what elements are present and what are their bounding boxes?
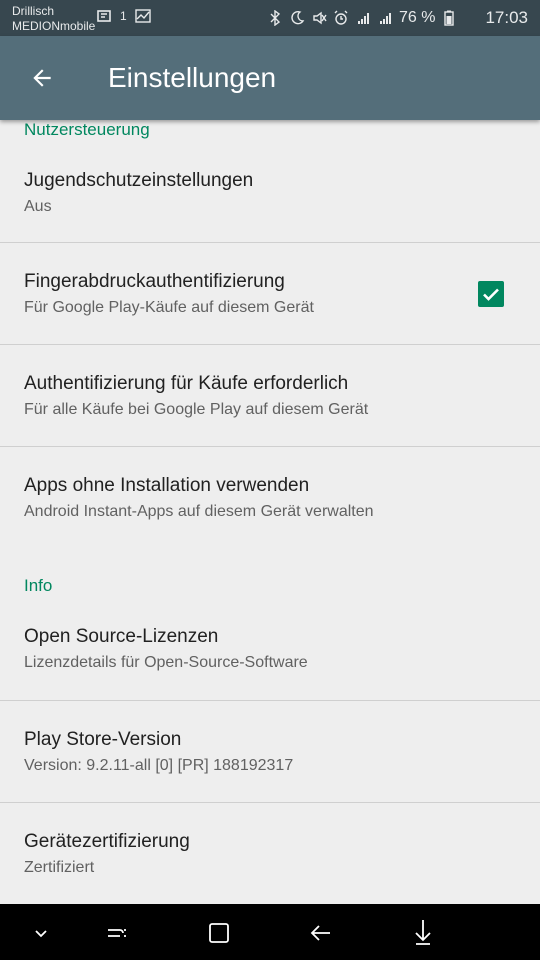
setting-title: Authentifizierung für Käufe erforderlich xyxy=(24,373,349,394)
battery-icon xyxy=(444,10,455,26)
recents-button[interactable] xyxy=(102,918,132,948)
recents-icon xyxy=(108,929,126,937)
home-icon xyxy=(209,923,229,943)
pin-icon xyxy=(415,920,431,945)
settings-list: Nutzersteuerung Jugendschutzeinstellunge… xyxy=(0,120,540,904)
section-header-user-controls: Nutzersteuerung xyxy=(24,120,150,139)
setting-title: Jugendschutzeinstellungen xyxy=(24,170,254,191)
setting-title: Gerätezertifizierung xyxy=(24,831,190,852)
setting-play-store-version[interactable]: Play Store-Version Version: 9.2.11-all [… xyxy=(0,701,540,802)
carrier-line-1: Drillisch xyxy=(12,4,54,18)
setting-fingerprint-auth[interactable]: Fingerabdruckauthentifizierung Für Googl… xyxy=(0,243,540,344)
setting-title: Play Store-Version xyxy=(24,729,182,750)
setting-open-source-licenses[interactable]: Open Source-Lizenzen Lizenzdetails für O… xyxy=(0,598,540,700)
setting-subtitle: Aus xyxy=(24,198,52,215)
battery-percent: 76 % xyxy=(398,9,436,26)
page-title: Einstellungen xyxy=(108,62,277,93)
setting-subtitle: Für alle Käufe bei Google Play auf diese… xyxy=(24,401,369,418)
carrier-line-2: MEDIONmobile xyxy=(12,19,96,33)
setting-subtitle: Version: 9.2.11-all [0] [PR] 188192317 xyxy=(24,757,294,774)
clock: 17:03 xyxy=(485,8,528,27)
setting-subtitle: Zertifiziert xyxy=(24,859,95,876)
home-button[interactable] xyxy=(204,918,234,948)
setting-title: Open Source-Lizenzen xyxy=(24,626,219,647)
carrier-label: Drillisch MEDIONmobile xyxy=(12,4,95,34)
do-not-disturb-moon-icon xyxy=(291,10,305,25)
check-icon xyxy=(483,288,499,301)
back-button[interactable] xyxy=(22,58,62,98)
system-status-icons: 76 % 17:03 xyxy=(267,0,528,36)
pin-button[interactable] xyxy=(408,918,438,948)
activity-icon xyxy=(134,9,151,23)
notification-icons: 1 xyxy=(96,8,151,24)
setting-instant-apps[interactable]: Apps ohne Installation verwenden Android… xyxy=(0,447,540,547)
setting-subtitle: Lizenzdetails für Open-Source-Software xyxy=(24,654,308,671)
back-icon xyxy=(310,925,330,941)
hide-navbar-button[interactable] xyxy=(26,918,56,948)
alarm-icon xyxy=(334,10,348,25)
setting-subtitle: Android Instant-Apps auf diesem Gerät ve… xyxy=(24,503,374,520)
notification-count: 1 xyxy=(120,9,127,23)
setting-purchase-auth[interactable]: Authentifizierung für Käufe erforderlich… xyxy=(0,345,540,446)
setting-device-certification[interactable]: Gerätezertifizierung Zertifiziert xyxy=(0,803,540,904)
bluetooth-icon xyxy=(270,10,281,26)
arrow-back-icon xyxy=(33,69,51,87)
section-header-info: Info xyxy=(24,576,53,595)
back-nav-button[interactable] xyxy=(306,918,336,948)
signal-icon xyxy=(379,13,391,24)
fingerprint-auth-checkbox[interactable] xyxy=(478,281,504,307)
setting-title: Fingerabdruckauthentifizierung xyxy=(24,271,285,292)
data-saver-icon xyxy=(97,10,111,22)
setting-parental-controls[interactable]: Jugendschutzeinstellungen Aus xyxy=(0,150,540,242)
setting-title: Apps ohne Installation verwenden xyxy=(24,475,310,496)
setting-subtitle: Für Google Play-Käufe auf diesem Gerät xyxy=(24,299,314,316)
signal-4g-icon xyxy=(357,13,369,24)
app-bar: Einstellungen xyxy=(0,36,540,120)
chevron-down-icon xyxy=(35,930,47,938)
vibrate-mute-icon xyxy=(313,11,327,25)
status-bar: Drillisch MEDIONmobile 1 76 % 17:03 xyxy=(0,0,540,36)
system-nav-bar xyxy=(0,904,540,960)
